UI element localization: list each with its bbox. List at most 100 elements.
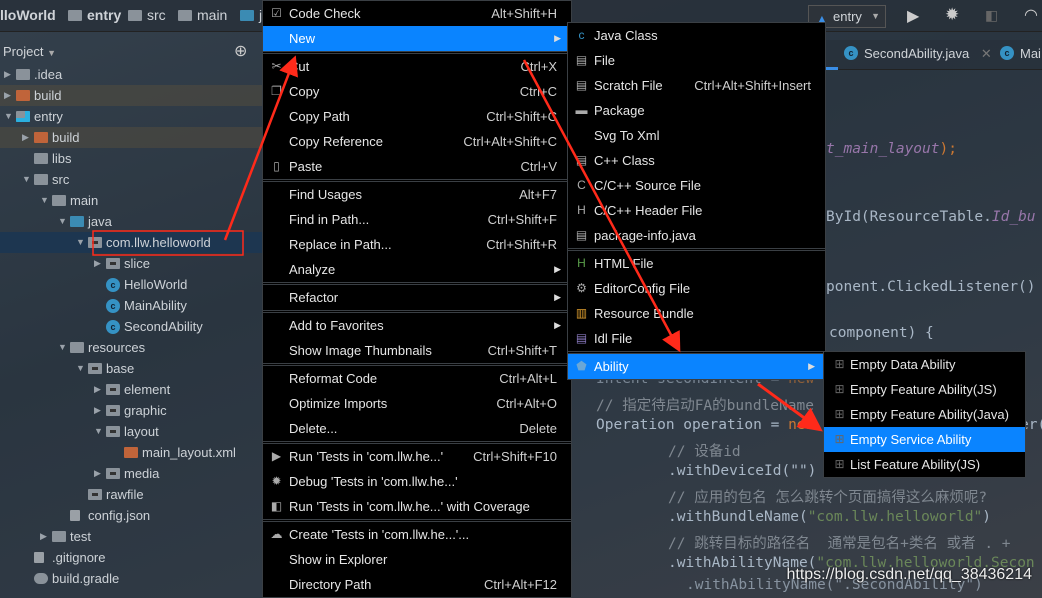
- caret-right-icon[interactable]: ▶: [22, 127, 29, 148]
- menu-item-debug-tests-in-com-llw-he[interactable]: ✹ Debug 'Tests in 'com.llw.he...': [263, 469, 571, 494]
- caret-down-icon[interactable]: ▼: [58, 211, 67, 232]
- tree-item[interactable]: ▼ layout: [0, 421, 262, 442]
- caret-right-icon[interactable]: ▶: [94, 463, 101, 484]
- tree-item[interactable]: ▶ .idea: [0, 64, 262, 85]
- locate-icon[interactable]: ⊕: [234, 41, 247, 61]
- package-icon: ▬: [575, 103, 588, 117]
- menu-item-refactor[interactable]: Refactor ▶: [263, 285, 571, 310]
- menu-item-create-tests-in-com-llw-he[interactable]: ☁ Create 'Tests in 'com.llw.he...'...: [263, 522, 571, 547]
- caret-right-icon[interactable]: ▶: [4, 85, 11, 106]
- tree-item[interactable]: c SecondAbility: [0, 316, 262, 337]
- menu-item-find-usages[interactable]: Find Usages Alt+F7: [263, 182, 571, 207]
- caret-down-icon[interactable]: ▼: [76, 358, 85, 379]
- new-item-package-info-java[interactable]: ▤ package-info.java: [568, 223, 825, 248]
- new-item-c-class[interactable]: ▤ C++ Class: [568, 148, 825, 173]
- ability-item-empty-data-ability[interactable]: ⊞ Empty Data Ability: [824, 352, 1025, 377]
- menu-item-run-tests-in-com-llw-he-with-coverage[interactable]: ◧ Run 'Tests in 'com.llw.he...' with Cove…: [263, 494, 571, 519]
- ability-item-empty-service-ability[interactable]: ⊞ Empty Service Ability: [824, 427, 1025, 452]
- coverage-icon[interactable]: ◧: [985, 7, 998, 24]
- menu-item-find-in-path[interactable]: Find in Path... Ctrl+Shift+F: [263, 207, 571, 232]
- menu-item-show-image-thumbnails[interactable]: Show Image Thumbnails Ctrl+Shift+T: [263, 338, 571, 363]
- menu-item-show-in-explorer[interactable]: Show in Explorer: [263, 547, 571, 572]
- caret-right-icon[interactable]: ▶: [4, 64, 11, 85]
- tree-item[interactable]: ▶ build: [0, 85, 262, 106]
- tree-item[interactable]: ▶ slice: [0, 253, 262, 274]
- menu-item-cut[interactable]: ✂ Cut Ctrl+X: [263, 54, 571, 79]
- profiler-icon[interactable]: ◠: [1024, 5, 1038, 25]
- tree-item[interactable]: ▶ media: [0, 463, 262, 484]
- tree-item[interactable]: ▶ element: [0, 379, 262, 400]
- tree-item[interactable]: libs: [0, 148, 262, 169]
- menu-item-copy-path[interactable]: Copy Path Ctrl+Shift+C: [263, 104, 571, 129]
- caret-down-icon[interactable]: ▼: [4, 106, 13, 127]
- tree-item[interactable]: ▶ test: [0, 526, 262, 547]
- close-icon[interactable]: ✕: [981, 46, 992, 61]
- menu-item-analyze[interactable]: Analyze ▶: [263, 257, 571, 282]
- new-item-html-file[interactable]: H HTML File: [568, 251, 825, 276]
- tree-item[interactable]: rawfile: [0, 484, 262, 505]
- new-item-file[interactable]: ▤ File: [568, 48, 825, 73]
- caret-right-icon[interactable]: ▶: [40, 526, 47, 547]
- new-item-ability[interactable]: ⬟ Ability ▶: [568, 354, 825, 379]
- tree-item[interactable]: ▼ src: [0, 169, 262, 190]
- ability-item-empty-feature-ability-java[interactable]: ⊞ Empty Feature Ability(Java): [824, 402, 1025, 427]
- caret-down-icon[interactable]: ▼: [94, 421, 103, 442]
- tree-item[interactable]: ▼ java: [0, 211, 262, 232]
- menu-item-optimize-imports[interactable]: Optimize Imports Ctrl+Alt+O: [263, 391, 571, 416]
- menu-item-copy[interactable]: ❐ Copy Ctrl+C: [263, 79, 571, 104]
- menu-item-add-to-favorites[interactable]: Add to Favorites ▶: [263, 313, 571, 338]
- new-item-svg-to-xml[interactable]: Svg To Xml: [568, 123, 825, 148]
- new-item-c-c-header-file[interactable]: H C/C++ Header File: [568, 198, 825, 223]
- tree-item[interactable]: ▶ graphic: [0, 400, 262, 421]
- tab-mainability[interactable]: c Mai: [1000, 46, 1041, 61]
- bug-icon[interactable]: ✹: [945, 5, 959, 25]
- ability-item-empty-feature-ability-js[interactable]: ⊞ Empty Feature Ability(JS): [824, 377, 1025, 402]
- new-item-resource-bundle[interactable]: ▥ Resource Bundle: [568, 301, 825, 326]
- new-item-package[interactable]: ▬ Package: [568, 98, 825, 123]
- menu-item-label: Java Class: [594, 28, 658, 43]
- tree-item[interactable]: ▼ base: [0, 358, 262, 379]
- new-item-editorconfig-file[interactable]: ⚙ EditorConfig File: [568, 276, 825, 301]
- tree-item[interactable]: ▼ resources: [0, 337, 262, 358]
- breadcrumb-main[interactable]: main: [178, 7, 227, 23]
- menu-item-copy-reference[interactable]: Copy Reference Ctrl+Alt+Shift+C: [263, 129, 571, 154]
- tree-item[interactable]: main_layout.xml: [0, 442, 262, 463]
- menu-item-run-tests-in-com-llw-he[interactable]: ▶ Run 'Tests in 'com.llw.he...' Ctrl+Shift…: [263, 444, 571, 469]
- caret-right-icon[interactable]: ▶: [94, 253, 101, 274]
- tree-item[interactable]: ▶ build: [0, 127, 262, 148]
- play-icon[interactable]: ▶: [907, 6, 919, 26]
- menu-item-delete[interactable]: Delete... Delete: [263, 416, 571, 441]
- menu-item-code-check[interactable]: ☑ Code Check Alt+Shift+H: [263, 1, 571, 26]
- breadcrumb-java[interactable]: j: [240, 7, 262, 23]
- ability-item-list-feature-ability-js[interactable]: ⊞ List Feature Ability(JS): [824, 452, 1025, 477]
- breadcrumb-src[interactable]: src: [128, 7, 166, 23]
- tree-item[interactable]: c HelloWorld: [0, 274, 262, 295]
- caret-down-icon[interactable]: ▼: [40, 190, 49, 211]
- menu-item-label: Empty Data Ability: [850, 357, 956, 372]
- tab-secondability[interactable]: c SecondAbility.java ✕: [844, 46, 992, 62]
- menu-item-paste[interactable]: ▯ Paste Ctrl+V: [263, 154, 571, 179]
- tree-item[interactable]: .gitignore: [0, 547, 262, 568]
- menu-item-replace-in-path[interactable]: Replace in Path... Ctrl+Shift+R: [263, 232, 571, 257]
- new-item-idl-file[interactable]: ▤ Idl File: [568, 326, 825, 351]
- menu-item-reformat-code[interactable]: Reformat Code Ctrl+Alt+L: [263, 366, 571, 391]
- caret-down-icon[interactable]: ▼: [76, 232, 85, 253]
- caret-down-icon[interactable]: ▼: [22, 169, 31, 190]
- tree-item[interactable]: ▼ entry: [0, 106, 262, 127]
- tree-item[interactable]: c MainAbility: [0, 295, 262, 316]
- tree-item[interactable]: config.json: [0, 505, 262, 526]
- tree-item[interactable]: ▼ com.llw.helloworld: [0, 232, 262, 253]
- caret-right-icon[interactable]: ▶: [94, 400, 101, 421]
- new-item-java-class[interactable]: c Java Class: [568, 23, 825, 48]
- breadcrumb-entry[interactable]: entry: [68, 7, 121, 23]
- breadcrumb-project[interactable]: lloWorld: [0, 7, 56, 23]
- caret-down-icon[interactable]: ▼: [58, 337, 67, 358]
- tree-item[interactable]: build.gradle: [0, 568, 262, 589]
- menu-item-directory-path[interactable]: Directory Path Ctrl+Alt+F12: [263, 572, 571, 597]
- tree-item[interactable]: ▼ main: [0, 190, 262, 211]
- new-item-scratch-file[interactable]: ▤ Scratch File Ctrl+Alt+Shift+Insert: [568, 73, 825, 98]
- new-item-c-c-source-file[interactable]: C C/C++ Source File: [568, 173, 825, 198]
- menu-item-new[interactable]: New ▶: [263, 26, 571, 51]
- project-view-dropdown[interactable]: Project ▼: [3, 44, 56, 59]
- caret-right-icon[interactable]: ▶: [94, 379, 101, 400]
